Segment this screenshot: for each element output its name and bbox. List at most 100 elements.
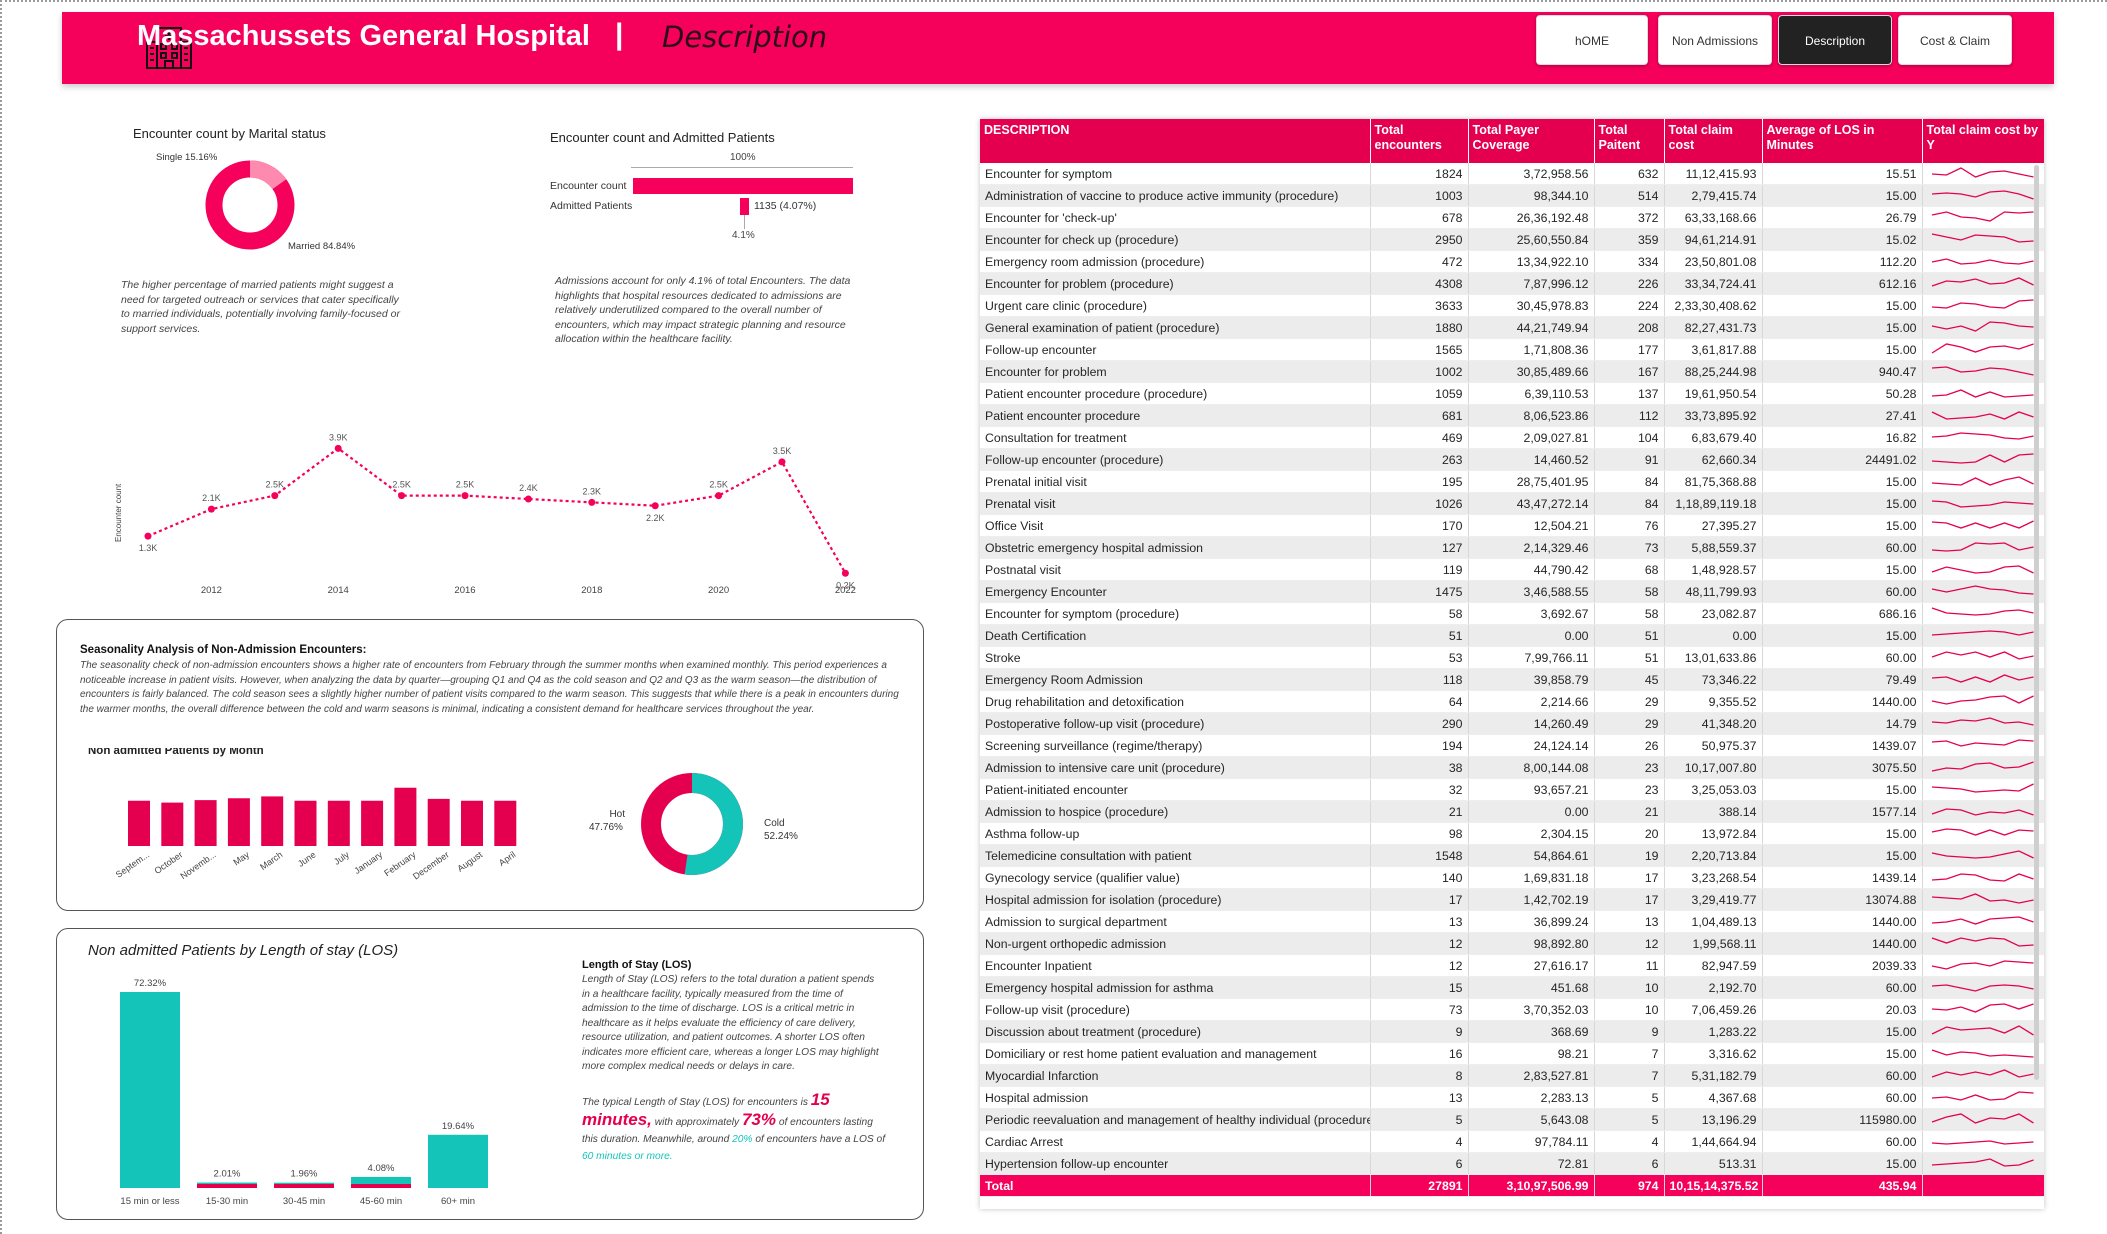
table-row[interactable]: Screening surveillance (regime/therapy) 1… (980, 734, 2044, 758)
month-bar[interactable] (161, 802, 184, 846)
yearly-point[interactable] (461, 492, 469, 500)
table-row[interactable]: Stroke 53 7,99,766.11 51 13,01,633.86 60.00 (980, 646, 2044, 670)
table-header-cell[interactable]: Total claim cost (1664, 119, 1763, 163)
table-cell-value: 13,196.29 (1664, 1108, 1763, 1132)
sparkline-cell (1922, 470, 2044, 494)
table-header-cell[interactable]: Total Paitent (1594, 119, 1665, 163)
table-cell-description: Domiciliary or rest home patient evaluat… (980, 1042, 1371, 1066)
month-bar[interactable] (394, 787, 417, 846)
table-row[interactable]: Follow-up encounter 1565 1,71,808.36 177 3,6… (980, 338, 2044, 362)
table-row[interactable]: Encounter for check up (procedure) 2950 25… (980, 228, 2044, 252)
table-row[interactable]: Encounter for problem (procedure) 4308 7,8… (980, 272, 2044, 296)
yearly-line-chart: 1.3K 2.1K 2.5K 3.9K 2.5K 2.5K 2.4K 2.3K 2.2K 2.5K… (139, 432, 856, 596)
table-row[interactable]: Admission to intensive care unit (proced… (980, 756, 2044, 780)
month-bar[interactable] (327, 800, 350, 846)
month-bar[interactable] (227, 798, 250, 846)
table-cell-description: Prenatal initial visit (980, 470, 1371, 494)
table-row[interactable]: Obstetric emergency hospital admission 12… (980, 536, 2044, 560)
table-header-cell[interactable]: Total claim cost by Y (1922, 119, 2044, 163)
nav-cost-claim-button[interactable]: Cost & Claim (1898, 15, 2012, 65)
table-row[interactable]: Urgent care clinic (procedure) 3633 30,45,… (980, 294, 2044, 318)
table-header-cell[interactable]: Average of LOS in Minutes (1762, 119, 1923, 163)
yearly-point[interactable] (778, 458, 786, 466)
table-row[interactable]: Emergency Encounter 1475 3,46,588.55 58 48,1… (980, 580, 2044, 604)
table-row[interactable]: Drug rehabilitation and detoxification 64… (980, 690, 2044, 714)
table-row[interactable]: Encounter for 'check-up' 678 26,36,192.48 3… (980, 206, 2044, 230)
table-header-cell[interactable]: DESCRIPTION (980, 119, 1371, 163)
table-row[interactable]: Domiciliary or rest home patient evaluat… (980, 1042, 2044, 1066)
table-row[interactable]: Patient encounter procedure 681 8,06,523.8… (980, 404, 2044, 428)
month-bar[interactable] (427, 798, 450, 846)
table-row[interactable]: Periodic reevaluation and management of … (980, 1108, 2044, 1132)
yearly-point[interactable] (715, 492, 723, 500)
sparkline-cell (1922, 976, 2044, 1000)
table-row[interactable]: Gynecology service (qualifier value) 140 1… (980, 866, 2044, 890)
table-row[interactable]: Death Certification 51 0.00 51 0.00 15.00 (980, 624, 2044, 648)
table-row[interactable]: Myocardial Infarction 8 2,83,527.81 7 5,31,1… (980, 1064, 2044, 1088)
sparkline-cell (1922, 316, 2044, 340)
los-summary-percent: 73% (741, 1110, 776, 1129)
table-cell-value: 0.00 (1664, 624, 1763, 648)
yearly-point[interactable] (841, 569, 849, 577)
nav-non-admissions-button[interactable]: Non Admissions (1658, 15, 1772, 65)
table-header-cell[interactable]: Total encounters (1370, 119, 1469, 163)
table-cell-value: 48,11,799.93 (1664, 580, 1763, 604)
month-bar[interactable] (128, 800, 150, 846)
table-cell-value: 1577.14 (1762, 800, 1923, 824)
los-bar[interactable] (428, 1134, 488, 1188)
table-scrollbar[interactable] (2034, 165, 2039, 1080)
yearly-point[interactable] (588, 498, 596, 506)
table-row[interactable]: Postnatal visit 119 44,790.42 68 1,48,928.57… (980, 558, 2044, 582)
table-row[interactable]: Discussion about treatment (procedure) 9 3… (980, 1020, 2044, 1044)
nav-home-button[interactable]: hOME (1536, 15, 1648, 65)
table-row[interactable]: Prenatal visit 1026 43,47,272.14 84 1,18,89,… (980, 492, 2044, 516)
table-row[interactable]: Emergency Room Admission 118 39,858.79 45 73… (980, 668, 2044, 692)
yearly-point[interactable] (271, 492, 279, 500)
table-row[interactable]: Admission to surgical department 13 36,899… (980, 910, 2044, 934)
yearly-point[interactable] (398, 492, 406, 500)
table-row[interactable]: Encounter for problem 1002 30,85,489.66 167… (980, 360, 2044, 384)
month-bar[interactable] (361, 800, 384, 846)
table-row[interactable]: Encounter for symptom (procedure) 58 3,692… (980, 602, 2044, 626)
table-row[interactable]: Follow-up encounter (procedure) 263 14,460… (980, 448, 2044, 472)
table-row[interactable]: Non-urgent orthopedic admission 12 98,892.… (980, 932, 2044, 956)
yearly-point[interactable] (334, 444, 342, 452)
los-bar[interactable] (120, 992, 180, 1188)
table-row[interactable]: Consultation for treatment 469 2,09,027.81… (980, 426, 2044, 450)
nav-description-button[interactable]: Description (1778, 15, 1892, 65)
yearly-point[interactable] (524, 495, 532, 503)
month-bar[interactable] (294, 800, 317, 846)
single-label: Single 15.16% (156, 152, 218, 163)
month-bar[interactable] (461, 800, 483, 846)
table-row[interactable]: Admission to hospice (procedure) 21 0.00 21… (980, 800, 2044, 824)
table-row[interactable]: Encounter for symptom 1824 3,72,958.56 632 1… (980, 163, 2044, 186)
yearly-data-label: 2.5K (456, 480, 475, 490)
table-cell-value: 8 (1370, 1064, 1469, 1088)
table-row[interactable]: Follow-up visit (procedure) 73 3,70,352.03… (980, 998, 2044, 1022)
table-row[interactable]: Hypertension follow-up encounter 6 72.81 6 5… (980, 1152, 2044, 1176)
yearly-point[interactable] (651, 502, 659, 510)
table-row[interactable]: Emergency room admission (procedure) 472 1… (980, 250, 2044, 274)
table-cell-value: 23,082.87 (1664, 602, 1763, 626)
month-bar[interactable] (494, 800, 517, 846)
table-row[interactable]: Patient-initiated encounter 32 93,657.21 23… (980, 778, 2044, 802)
table-row[interactable]: Hospital admission for isolation (proced… (980, 888, 2044, 912)
table-row[interactable]: Telemedicine consultation with patient 15… (980, 844, 2044, 868)
table-row[interactable]: Office Visit 170 12,504.21 76 27,395.27 15.00 (980, 514, 2044, 538)
table-row[interactable]: Hospital admission 13 2,283.13 5 4,367.68 60.… (980, 1086, 2044, 1110)
table-row[interactable]: General examination of patient (procedur… (980, 316, 2044, 340)
table-row[interactable]: Prenatal initial visit 195 28,75,401.95 84 8… (980, 470, 2044, 494)
table-header-cell[interactable]: Total Payer Coverage (1468, 119, 1595, 163)
yearly-point[interactable] (207, 505, 215, 513)
table-row[interactable]: Administration of vaccine to produce act… (980, 184, 2044, 208)
admitted-marker (744, 215, 745, 229)
month-bar[interactable] (194, 800, 217, 846)
table-row[interactable]: Emergency hospital admission for asthma 1… (980, 976, 2044, 1000)
table-row[interactable]: Postoperative follow-up visit (procedure… (980, 712, 2044, 736)
table-row[interactable]: Asthma follow-up 98 2,304.15 20 13,972.84 15.… (980, 822, 2044, 846)
table-row[interactable]: Encounter Inpatient 12 27,616.17 11 82,947.5… (980, 954, 2044, 978)
table-row[interactable]: Cardiac Arrest 4 97,784.11 4 1,44,664.94 60.0… (980, 1130, 2044, 1154)
table-row[interactable]: Patient encounter procedure (procedure) 1… (980, 382, 2044, 406)
month-bar[interactable] (261, 796, 284, 846)
yearly-point[interactable] (144, 532, 152, 540)
